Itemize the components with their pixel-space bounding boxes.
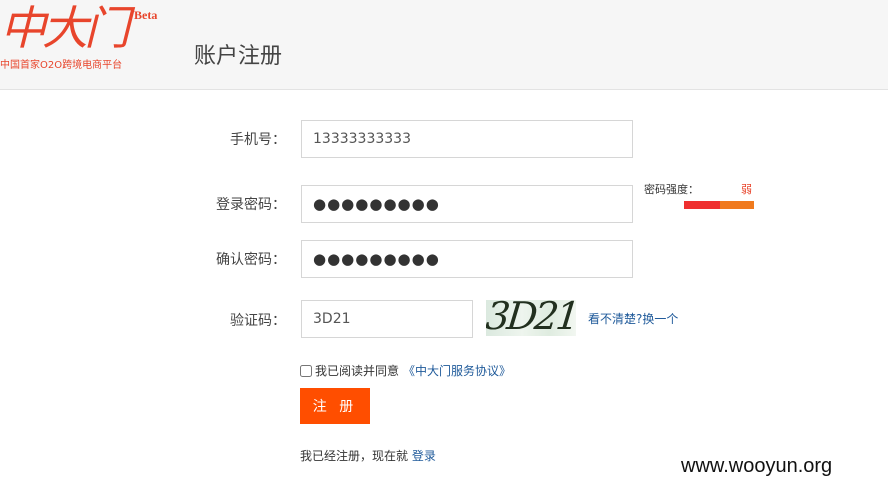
logo-beta-badge: Beta (134, 8, 158, 22)
login-link[interactable]: 登录 (412, 449, 436, 463)
captcha-refresh-link[interactable]: 看不清楚?换一个 (588, 310, 678, 327)
captcha-image[interactable]: 3D21 (486, 300, 576, 336)
page-header: 中大门 Beta 中国首家O2O跨境电商平台 账户注册 (0, 0, 888, 90)
captcha-input[interactable]: 3D21 (301, 300, 473, 338)
password-strength-label: 密码强度： (644, 183, 699, 196)
confirm-password-label: 确认密码： (216, 252, 286, 268)
phone-input[interactable]: 13333333333 (301, 120, 633, 158)
logo-slogan: 中国首家O2O跨境电商平台 (0, 60, 123, 71)
login-prompt-row: 我已经注册，现在就 登录 (300, 447, 436, 464)
password-input[interactable]: ●●●●●●●●● (301, 185, 633, 223)
login-prompt-text: 我已经注册，现在就 (300, 449, 409, 463)
agree-text: 我已阅读并同意 (315, 364, 400, 378)
captcha-label: 验证码： (230, 313, 286, 329)
watermark: www.wooyun.org (681, 455, 833, 477)
password-strength-level: 弱 (741, 183, 752, 196)
register-button[interactable]: 注 册 (300, 388, 370, 424)
strength-segment-medium (720, 201, 754, 209)
service-agreement-link[interactable]: 《中大门服务协议》 (403, 362, 511, 379)
agree-checkbox[interactable] (300, 364, 312, 377)
password-strength-meter (684, 201, 754, 209)
password-label: 登录密码： (216, 197, 286, 213)
agreement-row: 我已阅读并同意 《中大门服务协议》 (300, 362, 511, 379)
phone-label: 手机号： (230, 132, 286, 148)
site-logo[interactable]: 中大门 Beta 中国首家O2O跨境电商平台 (0, 0, 170, 80)
page-title: 账户注册 (194, 44, 283, 69)
confirm-password-input[interactable]: ●●●●●●●●● (301, 240, 633, 278)
captcha-image-text: 3D21 (486, 300, 576, 336)
strength-segment-weak (684, 201, 720, 209)
logo-glyphs: 中大门 (0, 1, 130, 55)
